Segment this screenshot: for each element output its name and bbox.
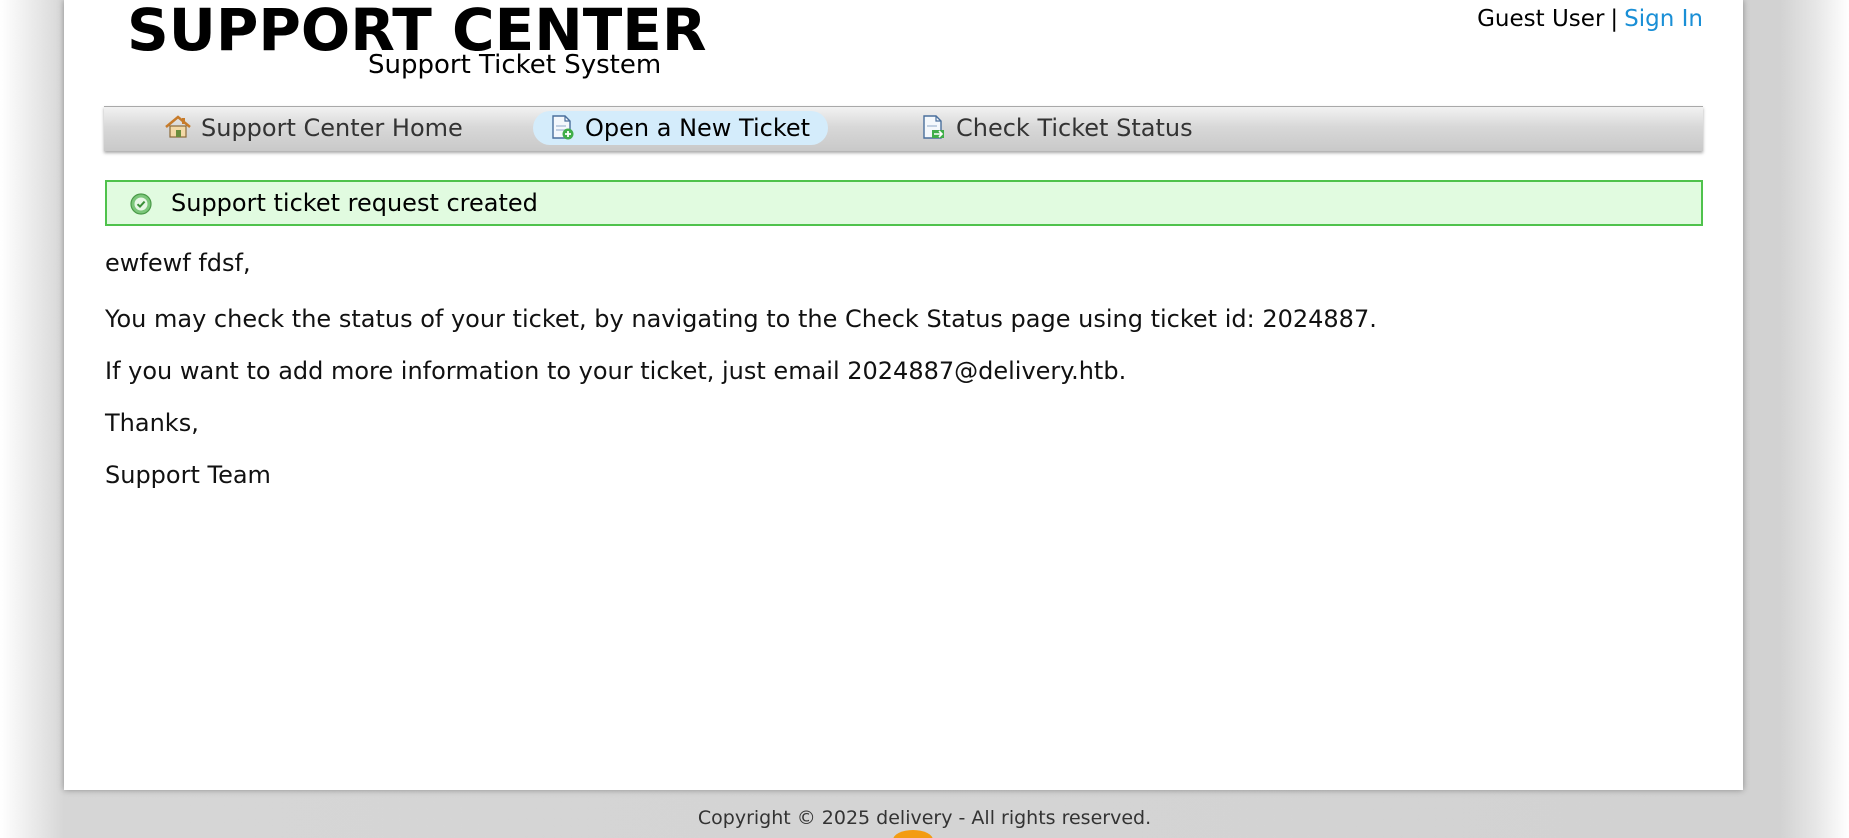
message-signoff: Support Team bbox=[105, 461, 271, 489]
nav-new-ticket-label: Open a New Ticket bbox=[585, 114, 811, 142]
message-status-line: You may check the status of your ticket,… bbox=[105, 305, 1377, 333]
nav-home-label: Support Center Home bbox=[201, 114, 463, 142]
nav-check-ticket-status[interactable]: Check Ticket Status bbox=[904, 111, 1211, 145]
logo-subtitle: Support Ticket System bbox=[368, 50, 662, 80]
footer-copyright: Copyright © 2025 delivery - All rights r… bbox=[697, 807, 1152, 829]
user-info: Guest User | Sign In bbox=[1477, 4, 1703, 34]
message-greeting: ewfewf fdsf, bbox=[105, 249, 251, 277]
message-email-line: If you want to add more information to y… bbox=[105, 357, 1127, 385]
home-icon bbox=[165, 115, 191, 138]
nav-support-center-home[interactable]: Support Center Home bbox=[149, 111, 481, 145]
powered-by-logo[interactable] bbox=[893, 830, 933, 838]
new-ticket-icon bbox=[552, 115, 574, 140]
nav-status-label: Check Ticket Status bbox=[956, 114, 1193, 142]
main-nav: Support Center Home Open a New Ticket Ch… bbox=[104, 106, 1703, 151]
page-container: SUPPORT CENTER Support Ticket System Gue… bbox=[64, 0, 1743, 790]
notice-text: Support ticket request created bbox=[171, 189, 538, 217]
sign-in-link[interactable]: Sign In bbox=[1624, 6, 1703, 32]
logo[interactable]: SUPPORT CENTER Support Ticket System bbox=[127, 0, 727, 84]
message-thanks: Thanks, bbox=[105, 409, 199, 437]
guest-user-label: Guest User bbox=[1477, 6, 1605, 32]
success-notice: Support ticket request created bbox=[105, 180, 1703, 226]
nav-open-new-ticket[interactable]: Open a New Ticket bbox=[533, 111, 829, 145]
ticket-status-icon bbox=[923, 115, 944, 139]
check-circle-icon bbox=[130, 193, 152, 215]
user-separator: | bbox=[1610, 6, 1619, 32]
